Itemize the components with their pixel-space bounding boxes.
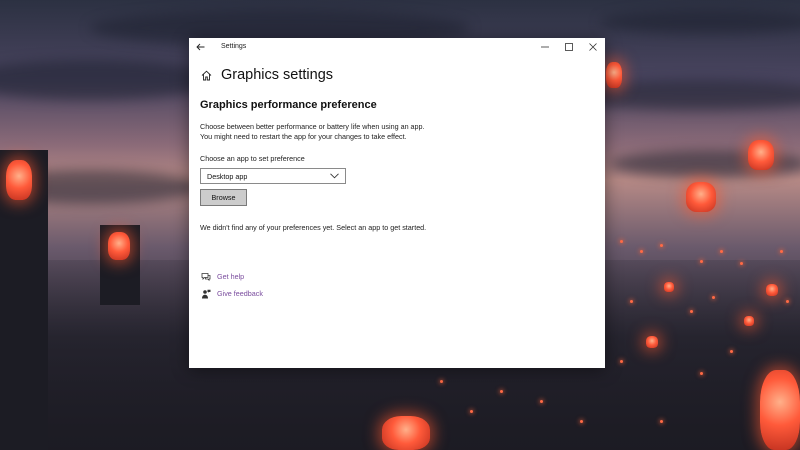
wallpaper-light [440,380,443,383]
wallpaper-light [620,240,623,243]
wallpaper-lantern [760,370,800,450]
wallpaper-cloud [0,60,220,100]
help-links: Get help Give feedback [200,268,605,302]
chevron-down-icon [330,173,339,179]
minimize-button[interactable] [533,38,557,55]
wallpaper-light [690,310,693,313]
wallpaper-light [780,250,783,253]
wallpaper-light [786,300,789,303]
wallpaper-light [700,260,703,263]
browse-button[interactable]: Browse [200,189,247,206]
chat-help-icon [200,271,211,282]
wallpaper-light [730,350,733,353]
wallpaper-light [660,244,663,247]
wallpaper-lantern [686,182,716,212]
get-help-link[interactable]: Get help [200,268,605,285]
wallpaper-lantern [748,140,774,170]
wallpaper-light [712,296,715,299]
section-description: Choose between better performance or bat… [200,122,605,141]
wallpaper-lantern [382,416,430,450]
wallpaper-light [580,420,583,423]
page-header: Graphics settings [200,67,605,83]
window-title: Settings [221,43,247,50]
get-help-label[interactable]: Get help [217,272,244,281]
wallpaper-light [700,372,703,375]
wallpaper-light [740,262,743,265]
wallpaper-lantern [108,232,130,260]
wallpaper-lantern [664,282,674,292]
wallpaper-lantern [766,284,778,296]
empty-preferences-message: We didn't find any of your preferences y… [200,223,427,232]
wallpaper-lantern [606,62,622,88]
back-button[interactable] [189,38,211,55]
description-line-2: You might need to restart the app for yo… [200,131,407,141]
wallpaper-light [620,360,623,363]
close-button[interactable] [581,38,605,55]
feedback-person-icon [200,288,211,299]
wallpaper-light [540,400,543,403]
minimize-icon [541,46,549,47]
page-title: Graphics settings [221,67,334,83]
window-controls [533,38,605,55]
title-bar[interactable]: Settings [189,38,605,55]
wallpaper-light [630,300,633,303]
wallpaper-lantern [646,336,658,348]
maximize-icon [565,42,573,51]
give-feedback-label[interactable]: Give feedback [217,289,263,298]
home-button[interactable] [200,69,212,81]
wallpaper-light [660,420,663,423]
wallpaper-cloud [600,10,800,34]
home-icon [201,70,211,80]
description-line-1: Choose between better performance or bat… [200,122,425,131]
wallpaper-lantern [6,160,32,200]
give-feedback-link[interactable]: Give feedback [200,285,605,302]
wallpaper-light [500,390,503,393]
wallpaper-light [720,250,723,253]
wallpaper-light [470,410,473,413]
settings-content: Graphics settings Graphics performance p… [189,67,605,302]
maximize-button[interactable] [557,38,581,55]
wallpaper-lantern [744,316,754,326]
app-type-dropdown[interactable]: Desktop app [200,168,346,184]
app-picker-label: Choose an app to set preference [200,154,305,163]
settings-window: Settings Graphics settings Graphics perf… [189,38,605,368]
dropdown-selected-value: Desktop app [207,171,248,181]
close-icon [589,42,597,51]
wallpaper-light [640,250,643,253]
back-arrow-icon [195,43,204,50]
section-title: Graphics performance preference [200,99,377,111]
